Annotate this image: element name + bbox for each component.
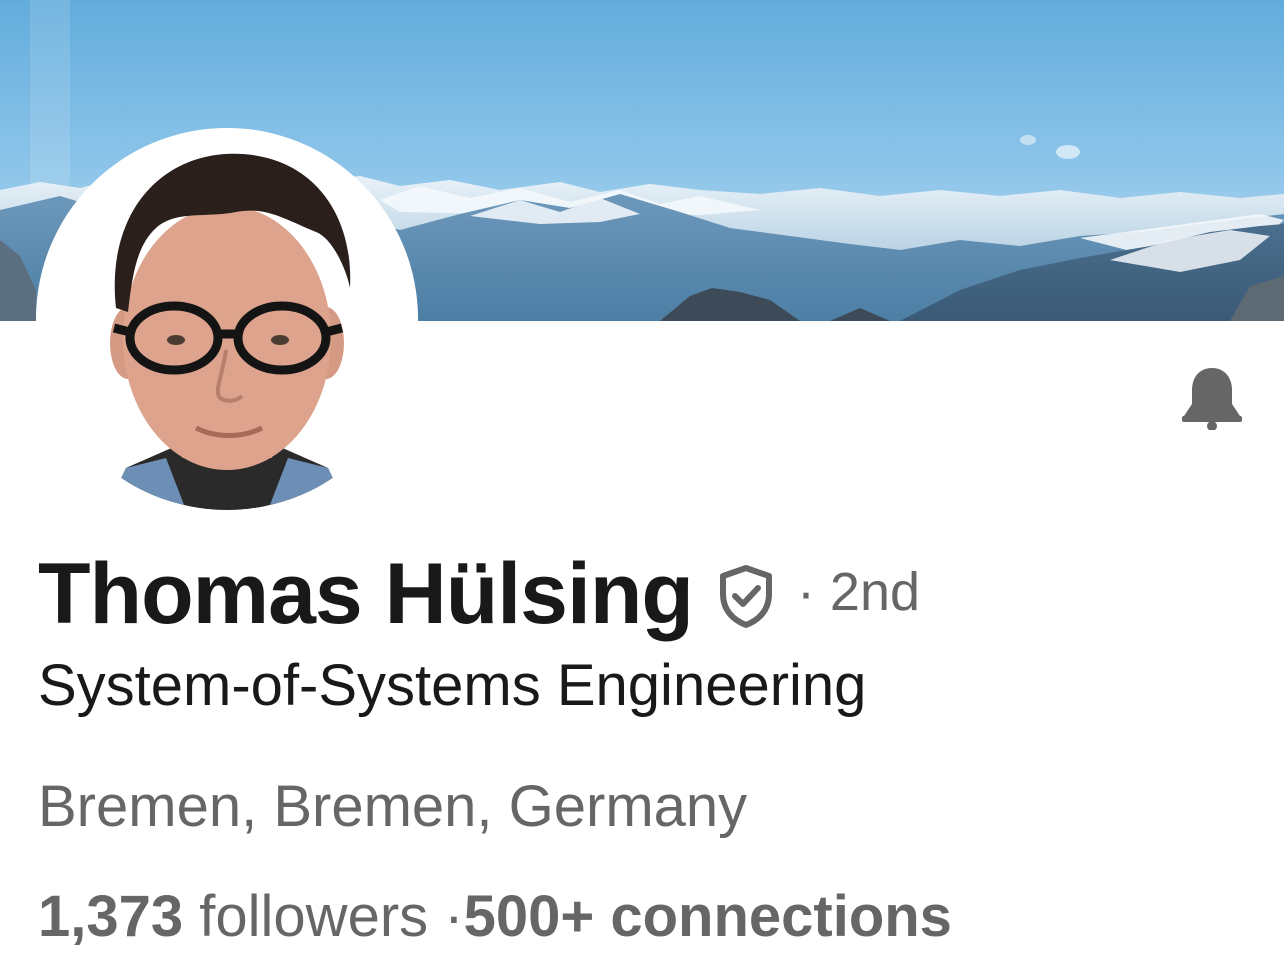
profile-name-row: Thomas Hülsing · 2nd bbox=[38, 546, 921, 642]
profile-location: Bremen, Bremen, Germany bbox=[38, 774, 748, 839]
profile-stats: 1,373 followers ·500+ connections bbox=[38, 883, 952, 950]
profile-page: Thomas Hülsing · 2nd System-of-Systems E… bbox=[0, 0, 1284, 965]
avatar-photo bbox=[36, 128, 418, 510]
verified-shield-icon[interactable] bbox=[717, 564, 775, 628]
profile-avatar[interactable] bbox=[36, 128, 418, 510]
connections-link[interactable]: 500+ connections bbox=[464, 884, 952, 949]
stats-separator: · bbox=[428, 884, 464, 949]
connection-degree: · 2nd bbox=[796, 562, 921, 622]
followers-label: followers bbox=[199, 884, 429, 949]
profile-headline: System-of-Systems Engineering bbox=[38, 653, 867, 718]
profile-name: Thomas Hülsing bbox=[38, 545, 694, 642]
followers-count: 1,373 bbox=[38, 884, 184, 949]
bell-icon[interactable] bbox=[1180, 366, 1244, 431]
